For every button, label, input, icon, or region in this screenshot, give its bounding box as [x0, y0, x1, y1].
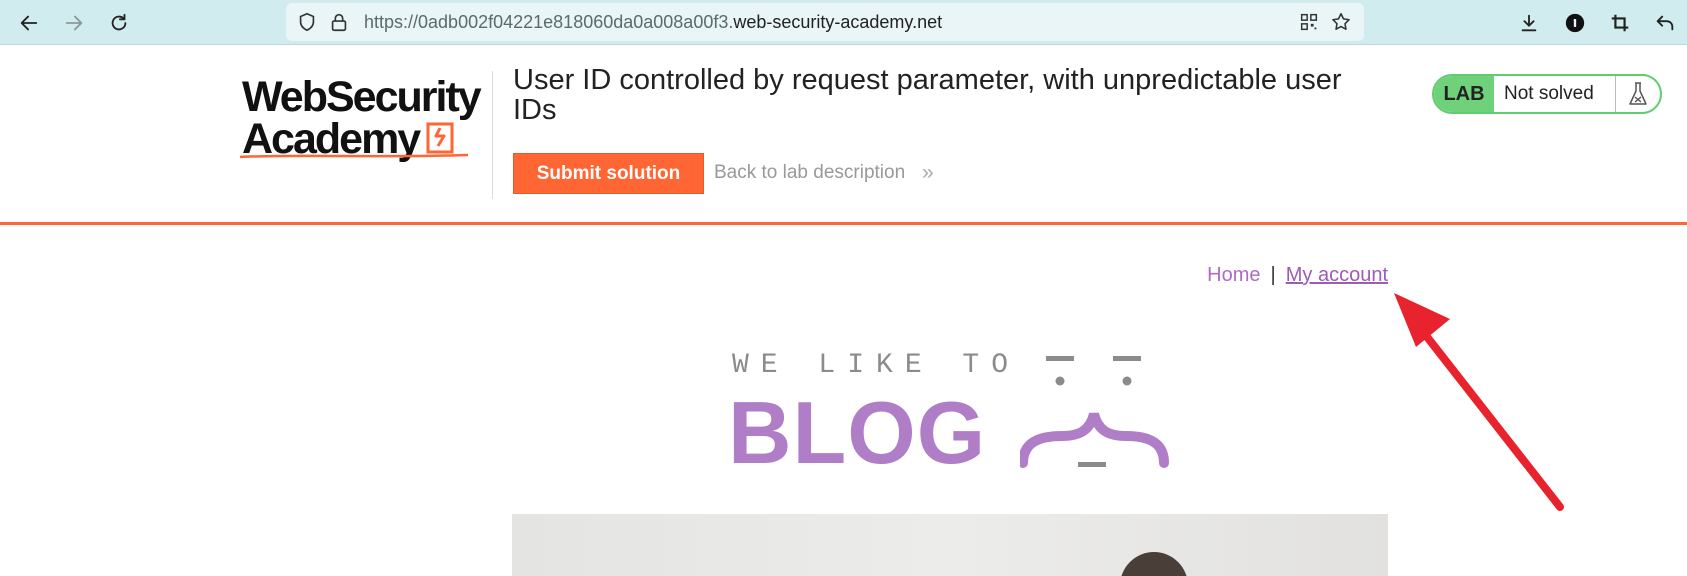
reload-icon[interactable] — [102, 6, 136, 40]
logo-line1: WebSecurity — [242, 73, 482, 121]
lab-header: WebSecurity Academy User ID controlled b… — [0, 45, 1687, 225]
header-divider — [492, 71, 493, 199]
password-manager-icon[interactable] — [1558, 6, 1592, 40]
forward-arrow-icon[interactable] — [57, 6, 91, 40]
nav-separator: | — [1270, 264, 1276, 286]
hero-blog-word: BLOG — [728, 383, 987, 482]
back-arrow-icon[interactable] — [12, 6, 46, 40]
crop-icon[interactable] — [1603, 6, 1637, 40]
back-to-lab-description-link[interactable]: Back to lab description — [714, 162, 905, 184]
url-prefix: https://0adb002f04221e818060da0a008a00f3… — [364, 12, 734, 32]
star-icon[interactable] — [1330, 11, 1352, 33]
lab-status-widget: LAB Not solved — [1432, 74, 1662, 114]
url-text[interactable]: https://0adb002f04221e818060da0a008a00f3… — [364, 12, 942, 33]
blog-nav: Home | My account — [1150, 264, 1388, 287]
lock-icon[interactable] — [328, 11, 350, 33]
nav-home-link[interactable]: Home — [1207, 264, 1260, 286]
double-chevron-icon: » — [922, 161, 934, 184]
annotation-arrow-icon — [1394, 293, 1564, 511]
lab-status-text: Not solved — [1504, 83, 1594, 104]
lab-badge: LAB — [1434, 76, 1494, 112]
submit-solution-button[interactable]: Submit solution — [513, 153, 704, 194]
lab-title: User ID controlled by request parameter,… — [513, 64, 1342, 126]
hero-person-silhouette — [1120, 552, 1188, 576]
download-icon[interactable] — [1512, 6, 1546, 40]
blog-face-icon — [1020, 356, 1169, 468]
nav-my-account-link[interactable]: My account — [1286, 264, 1388, 286]
url-domain: web-security-academy.net — [733, 12, 943, 32]
flask-icon — [1615, 76, 1660, 112]
hero-tagline: WE LIKE TO — [732, 350, 1021, 381]
address-bar[interactable]: https://0adb002f04221e818060da0a008a00f3… — [286, 3, 1364, 41]
shield-icon[interactable] — [296, 11, 318, 33]
qr-code-icon[interactable] — [1298, 11, 1320, 33]
undo-icon[interactable] — [1648, 6, 1682, 40]
blog-hero-image — [512, 514, 1388, 576]
logo-underline-icon — [239, 153, 469, 159]
web-security-academy-logo[interactable]: WebSecurity Academy — [238, 71, 490, 161]
browser-toolbar: https://0adb002f04221e818060da0a008a00f3… — [0, 0, 1687, 45]
